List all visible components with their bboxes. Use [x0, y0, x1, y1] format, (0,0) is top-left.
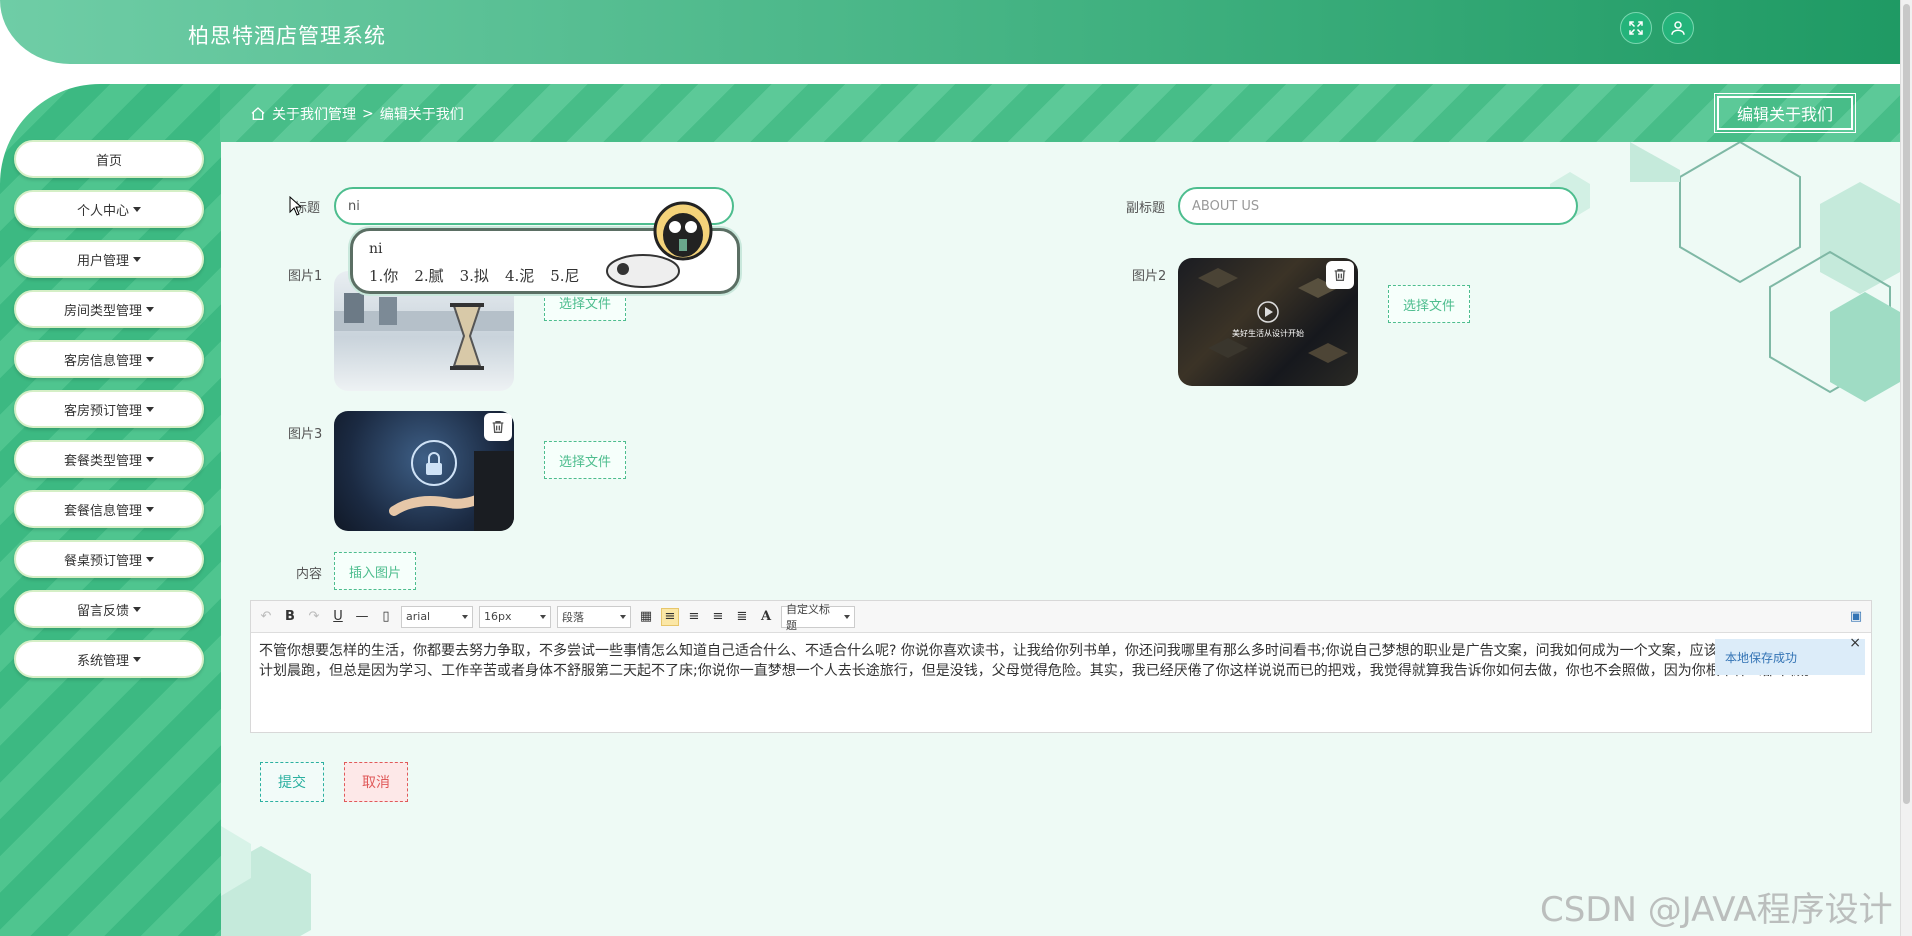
caret-down-icon	[133, 256, 141, 262]
caret-down-icon	[133, 606, 141, 612]
sidebar-item-label: 首页	[95, 153, 122, 169]
hexagon-decoration-icon	[1550, 142, 1900, 402]
content-label: 内容	[296, 567, 323, 582]
sidebar-item-8[interactable]: 餐桌预订管理	[14, 540, 204, 578]
image2-label: 图片2	[1132, 269, 1167, 284]
edit-about-button[interactable]: 编辑关于我们	[1714, 93, 1856, 133]
caret-down-icon	[146, 306, 154, 312]
ime-pinyin: ni	[369, 241, 383, 257]
breadcrumb-parent[interactable]: 关于我们管理	[272, 104, 356, 124]
user-icon[interactable]	[1662, 12, 1694, 44]
cancel-button[interactable]: 取消	[344, 762, 408, 802]
fullscreen-icon[interactable]	[1620, 12, 1652, 44]
sidebar-item-label: 用户管理	[76, 253, 129, 269]
ime-candidate[interactable]: 3.拟	[460, 265, 489, 286]
sidebar-item-3[interactable]: 房间类型管理	[14, 290, 204, 328]
align-center-icon[interactable]: ≡	[709, 608, 727, 626]
align-right-icon[interactable]: ≡	[685, 608, 703, 626]
image3-delete-icon[interactable]	[484, 413, 512, 441]
breadcrumb-bar	[220, 84, 1900, 142]
toast-close-icon[interactable]: ×	[1849, 635, 1861, 651]
ime-candidate[interactable]: 1.你	[369, 265, 398, 286]
caret-down-icon	[133, 206, 141, 212]
font-size-select[interactable]: 16px	[479, 605, 551, 628]
sidebar-item-label: 客房预订管理	[63, 403, 142, 419]
sidebar-item-label: 个人中心	[76, 203, 129, 219]
caret-down-icon	[146, 556, 154, 562]
sidebar-item-7[interactable]: 套餐信息管理	[14, 490, 204, 528]
font-family-select[interactable]: arial	[401, 605, 473, 628]
ime-candidate[interactable]: 5.尼	[550, 265, 579, 286]
watermark: CSDN @JAVA程序设计	[1540, 890, 1893, 930]
ime-candidate[interactable]: 4.泥	[505, 265, 534, 286]
horizontal-rule-icon[interactable]: —	[353, 608, 371, 626]
font-color-icon[interactable]: A	[757, 608, 775, 626]
subtitle-label: 副标题	[1126, 201, 1166, 216]
cat-mascot-icon	[606, 201, 713, 288]
sidebar-item-0[interactable]: 首页	[14, 140, 204, 178]
sidebar-item-4[interactable]: 客房信息管理	[14, 340, 204, 378]
document-icon[interactable]: ▯	[377, 608, 395, 626]
bold-icon[interactable]: B	[281, 608, 299, 626]
image3-choose-file-button[interactable]: 选择文件	[544, 441, 626, 479]
editor-content[interactable]: 不管你想要怎样的生活，你都要去努力争取，不多尝试一些事情怎么知道自己适合什么、不…	[251, 633, 1857, 689]
insert-image-button[interactable]: 插入图片	[334, 552, 416, 590]
app-title: 柏思特酒店管理系统	[188, 24, 386, 48]
sidebar-item-label: 房间类型管理	[63, 303, 142, 319]
image2-choose-file-button[interactable]: 选择文件	[1388, 285, 1470, 323]
caret-down-icon	[146, 406, 154, 412]
hexagon-decoration-icon	[221, 826, 311, 936]
sidebar-item-6[interactable]: 套餐类型管理	[14, 440, 204, 478]
sidebar-item-label: 留言反馈	[76, 603, 129, 619]
toast-text: 本地保存成功	[1725, 650, 1798, 665]
image3-label: 图片3	[288, 427, 323, 442]
ime-candidate-popup: ni 1.你 2.腻 3.拟 4.泥 5.尼	[350, 201, 740, 294]
sidebar-item-label: 系统管理	[76, 653, 129, 669]
breadcrumb-separator: >	[362, 106, 374, 122]
custom-heading-select[interactable]: 自定义标题	[781, 603, 855, 632]
ime-candidate[interactable]: 2.腻	[414, 265, 443, 286]
breadcrumb-current: 编辑关于我们	[379, 107, 464, 123]
caret-down-icon	[133, 656, 141, 662]
save-success-toast: 本地保存成功 ×	[1715, 635, 1865, 675]
sidebar-item-9[interactable]: 留言反馈	[14, 590, 204, 628]
sidebar-item-label: 客房信息管理	[63, 353, 142, 369]
breadcrumb: 关于我们管理 > 编辑关于我们	[250, 104, 464, 124]
paragraph-select[interactable]: 段落	[557, 605, 631, 628]
submit-button[interactable]: 提交	[260, 762, 324, 802]
ime-candidate-list: 1.你 2.腻 3.拟 4.泥 5.尼	[369, 265, 580, 286]
fullscreen-editor-icon[interactable]: ▣	[1847, 608, 1865, 626]
sidebar: 首页个人中心用户管理房间类型管理 客房信息管理 客房预订管理 套餐类型管理 套餐信息管理…	[14, 140, 206, 690]
rich-text-editor[interactable]: ↶ B ↷ U — ▯ arial 16px 段落 ▦ ≡ ≡ ≡ ≣ A 自定…	[250, 600, 1872, 733]
undo-icon[interactable]: ↶	[257, 608, 275, 626]
image2-caption: 美好生活从设计开始	[1232, 328, 1304, 338]
sidebar-item-label: 套餐信息管理	[63, 503, 142, 519]
image1-label: 图片1	[288, 269, 323, 284]
caret-down-icon	[146, 356, 154, 362]
sidebar-item-5[interactable]: 客房预订管理	[14, 390, 204, 428]
caret-down-icon	[146, 506, 154, 512]
caret-down-icon	[146, 456, 154, 462]
sidebar-item-10[interactable]: 系统管理	[14, 640, 204, 678]
sidebar-item-label: 套餐类型管理	[63, 453, 142, 469]
top-header: 柏思特酒店管理系统	[0, 0, 1900, 64]
align-left-icon[interactable]: ≡	[661, 607, 679, 626]
sidebar-item-label: 餐桌预订管理	[63, 553, 142, 569]
sidebar-item-2[interactable]: 用户管理	[14, 240, 204, 278]
mouse-cursor-icon	[289, 196, 303, 216]
image2-delete-icon[interactable]	[1326, 261, 1354, 289]
align-justify-icon[interactable]: ≣	[733, 608, 751, 626]
redo-icon[interactable]: ↷	[305, 608, 323, 626]
home-icon[interactable]	[250, 106, 266, 122]
subtitle-input[interactable]: ABOUT US	[1178, 187, 1578, 225]
editor-toolbar: ↶ B ↷ U — ▯ arial 16px 段落 ▦ ≡ ≡ ≡ ≣ A 自定…	[251, 601, 1871, 633]
underline-icon[interactable]: U	[329, 608, 347, 626]
sidebar-item-1[interactable]: 个人中心	[14, 190, 204, 228]
page-scrollbar[interactable]	[1900, 0, 1912, 936]
table-icon[interactable]: ▦	[637, 608, 655, 626]
scrollbar-thumb[interactable]	[1903, 4, 1910, 804]
